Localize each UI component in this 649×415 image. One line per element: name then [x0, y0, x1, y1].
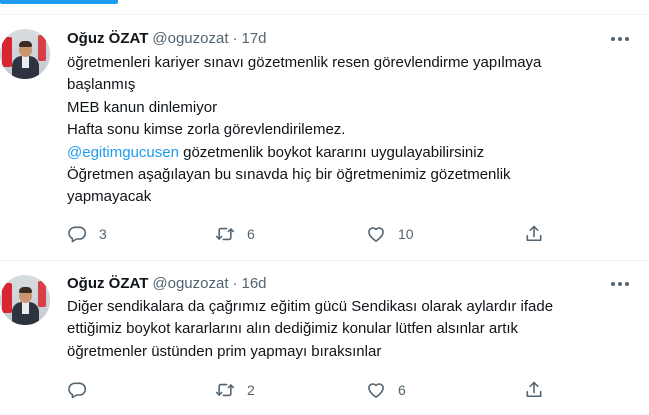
heart-icon	[368, 227, 384, 242]
reply-button[interactable]	[67, 379, 99, 401]
avatar[interactable]	[0, 275, 50, 325]
tweet[interactable]: Oğuz ÖZAT @oguzozat · 17d öğretmenleri k…	[0, 15, 649, 261]
tweet-text-line: başlanmış	[67, 76, 136, 94]
tweet-text-line: Diğer sendikalara da çağrımız eğitim güc…	[67, 298, 554, 315]
reply-button[interactable]: 3	[67, 223, 107, 245]
tweet-text-line: Hafta sonu kimse zorla görevlendirilemez…	[67, 121, 346, 139]
reply-icon	[68, 226, 87, 243]
tab-active-indicator	[0, 0, 118, 4]
mention-link[interactable]: @egitimgucusen	[67, 144, 179, 161]
like-count: 10	[398, 226, 414, 242]
tweet-timestamp[interactable]: 16d	[241, 274, 266, 294]
share-button[interactable]	[524, 223, 544, 245]
display-name[interactable]: Oğuz ÖZAT	[67, 274, 148, 294]
share-icon	[526, 381, 542, 398]
reply-count: 3	[99, 226, 107, 242]
tweet[interactable]: Oğuz ÖZAT @oguzozat · 16d Diğer sendikal…	[0, 262, 649, 415]
tweet-text-line: Öğretmen aşağılayan bu sınavda hiç bir ö…	[67, 166, 511, 184]
tweet-header: Oğuz ÖZAT @oguzozat · 16d	[67, 274, 267, 294]
user-handle[interactable]: @oguzozat	[152, 274, 228, 294]
tweet-text-line: öğretmenler üstünden prim yapmayı bıraks…	[67, 342, 382, 360]
tweet-timestamp[interactable]: 17d	[241, 29, 266, 49]
retweet-icon	[215, 383, 235, 397]
display-name[interactable]: Oğuz ÖZAT	[67, 29, 148, 49]
share-icon	[526, 225, 542, 242]
tweet-text-line: @egitimgucusen gözetmenlik boykot kararı…	[67, 142, 632, 164]
like-button[interactable]: 6	[366, 379, 406, 401]
tweet-header: Oğuz ÖZAT @oguzozat · 17d	[67, 29, 267, 49]
tweet-actions: 3 6 10	[67, 223, 547, 245]
retweet-count: 6	[247, 226, 255, 242]
tweet-text-segment: gözetmenlik boykot kararını uygulayabili…	[178, 143, 485, 161]
heart-icon	[368, 383, 384, 398]
tweet-text-line: ettiğimiz boykot kararlarını alın dediği…	[67, 320, 519, 338]
like-count: 6	[398, 382, 406, 398]
retweet-icon	[215, 227, 235, 241]
tweet-text-line: MEB kanun dinlemiyor	[67, 98, 218, 116]
share-button[interactable]	[524, 379, 544, 401]
avatar[interactable]	[0, 29, 50, 79]
user-handle[interactable]: @oguzozat	[152, 29, 228, 49]
retweet-count: 2	[247, 382, 255, 398]
more-icon[interactable]	[603, 22, 637, 56]
tweet-text-line: öğretmenleri kariyer sınavı gözetmenlik …	[67, 54, 542, 71]
retweet-button[interactable]: 2	[215, 379, 255, 401]
retweet-button[interactable]: 6	[215, 223, 255, 245]
tweet-text: Diğer sendikalara da çağrımız eğitim güc…	[67, 296, 632, 363]
tweet-text: öğretmenleri kariyer sınavı gözetmenlik …	[67, 52, 632, 209]
tweet-actions: 2 6	[67, 379, 547, 401]
separator-dot: ·	[232, 30, 238, 47]
separator-dot: ·	[232, 275, 238, 292]
reply-icon	[68, 382, 87, 399]
tweet-text-line: yapmayacak	[67, 188, 152, 206]
like-button[interactable]: 10	[366, 223, 414, 245]
